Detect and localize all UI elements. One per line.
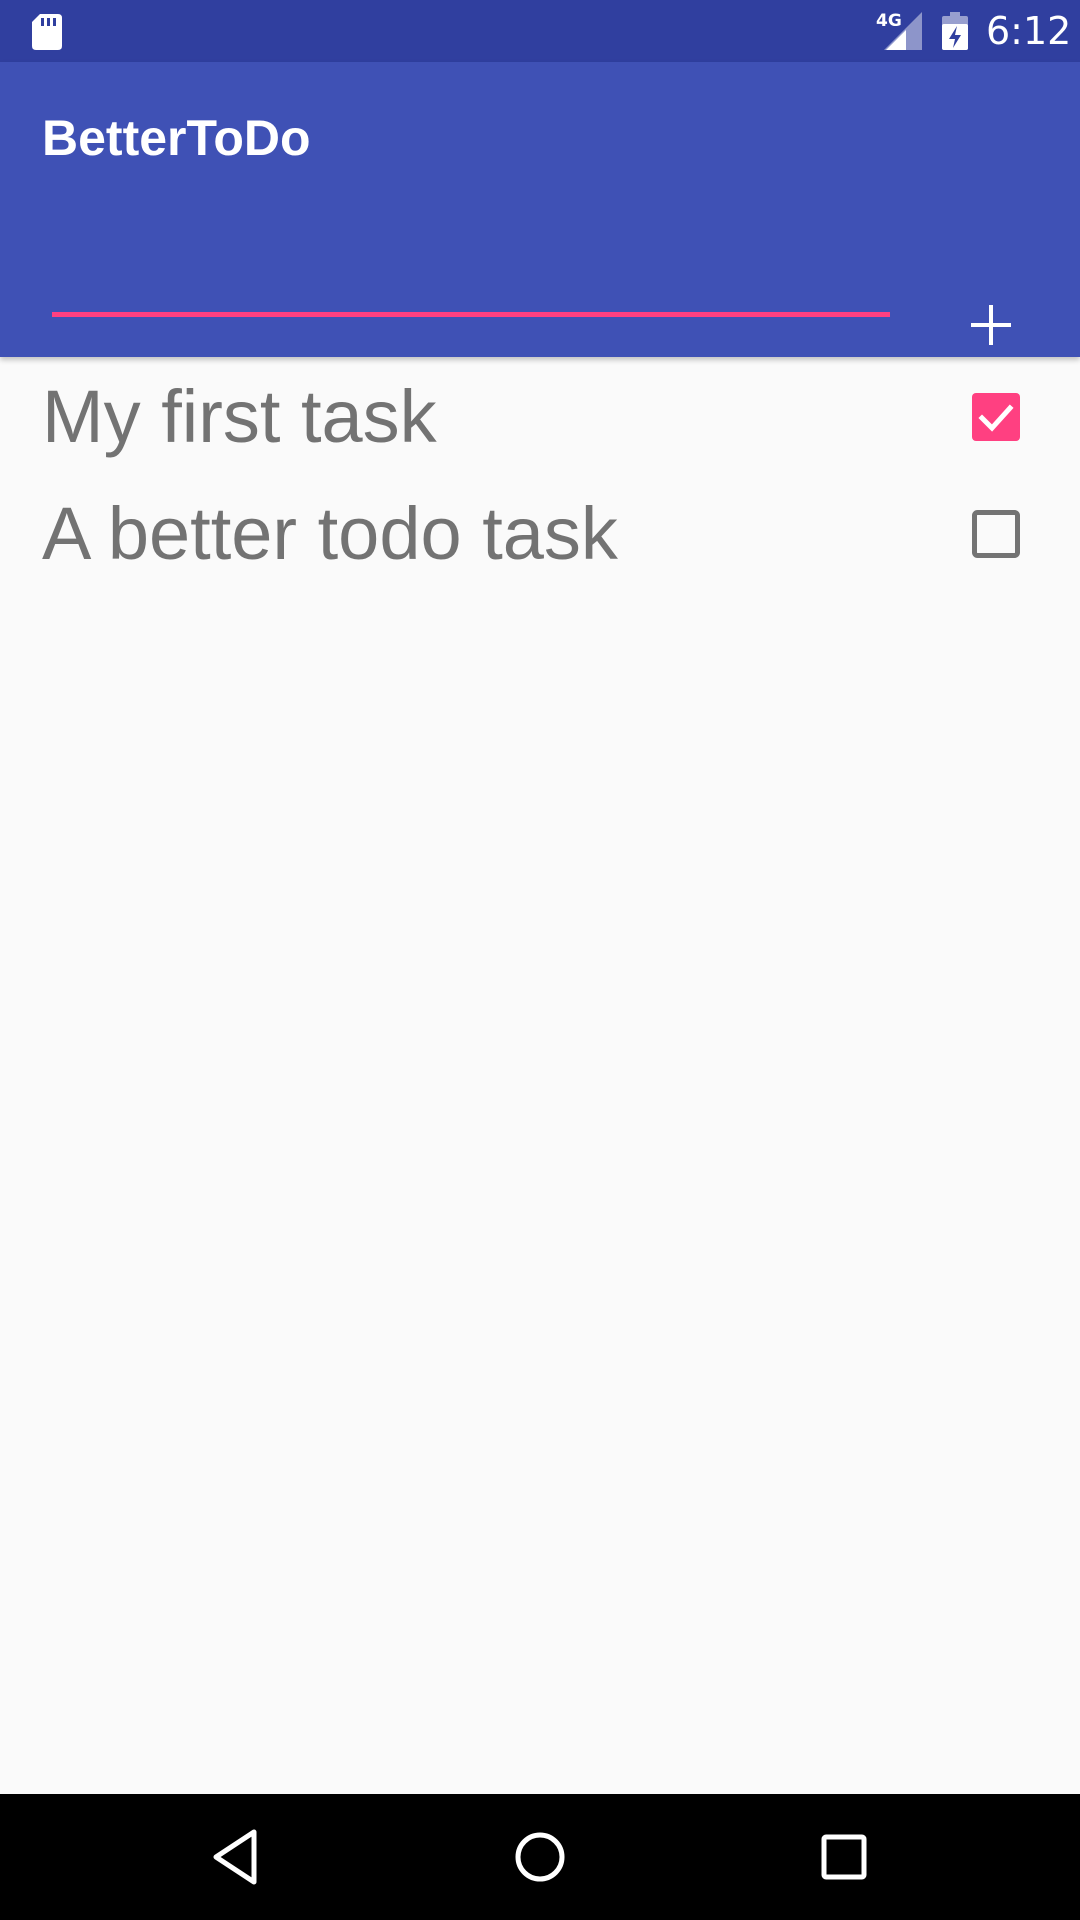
status-bar: 4G 6:12 (0, 0, 1080, 62)
recents-icon[interactable] (807, 1820, 881, 1894)
new-task-input[interactable] (52, 252, 890, 317)
task-list: My first task A better todo task (0, 357, 1080, 591)
task-row: A better todo task (0, 474, 1080, 591)
home-icon[interactable] (503, 1820, 577, 1894)
clock: 6:12 (986, 9, 1072, 53)
app-screen: 4G 6:12 BetterToDo My first task A bette… (0, 0, 1080, 1920)
task-row: My first task (0, 357, 1080, 474)
app-bar: BetterToDo (0, 62, 1080, 357)
task-label: My first task (42, 375, 437, 458)
task-checkbox-unchecked[interactable] (968, 506, 1024, 562)
network-type-label: 4G (876, 11, 902, 31)
add-task-button[interactable] (950, 284, 1032, 366)
task-checkbox-checked[interactable] (968, 389, 1024, 445)
task-label: A better todo task (42, 492, 618, 575)
navigation-bar (0, 1794, 1080, 1920)
sd-card-icon (32, 14, 62, 50)
battery-charging-icon (942, 12, 968, 50)
back-icon[interactable] (200, 1820, 274, 1894)
app-title: BetterToDo (42, 110, 311, 166)
plus-icon (971, 305, 1011, 345)
